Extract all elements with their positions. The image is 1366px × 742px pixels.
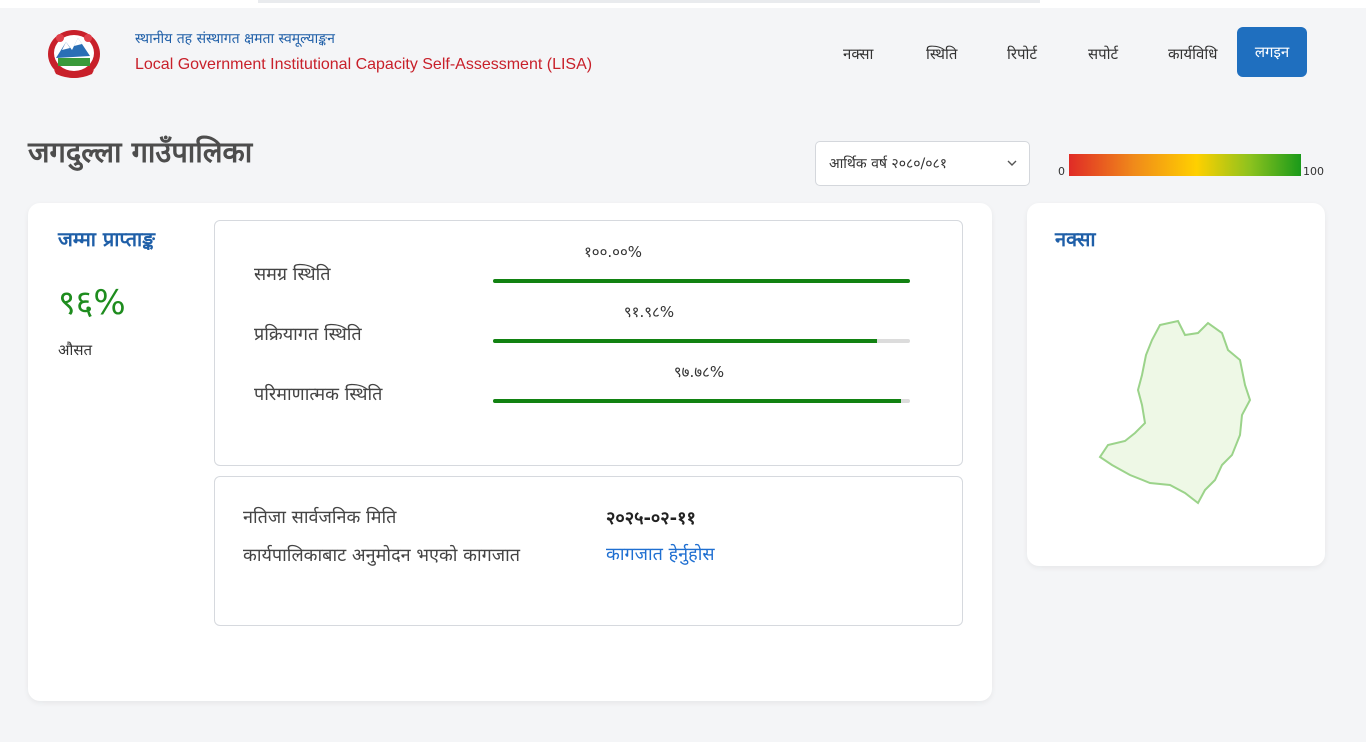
nepal-emblem-logo[interactable] [46, 26, 102, 80]
view-document-link[interactable]: कागजात हेर्नुहोस [606, 542, 715, 566]
nav-procedure[interactable]: कार्यविधि [1168, 44, 1217, 64]
site-header: स्थानीय तह संस्थागत क्षमता स्वमूल्याङ्कन… [0, 8, 1366, 92]
total-score-value: ९६% [58, 283, 126, 323]
fiscal-year-select[interactable]: आर्थिक वर्ष २०८०/०८१ [815, 141, 1030, 186]
brand-title-nepali: स्थानीय तह संस्थागत क्षमता स्वमूल्याङ्कन [135, 31, 335, 47]
page-title: जगदुल्ला गाउँपालिका [28, 135, 253, 169]
nav-support[interactable]: सपोर्ट [1088, 44, 1118, 64]
municipality-boundary [1098, 319, 1252, 505]
published-date-label: नतिजा सार्वजनिक मिति [243, 507, 397, 528]
status-row-percent: ९१.९८% [623, 303, 675, 321]
published-date-value: २०२५-०२-११ [606, 508, 696, 529]
total-score-title: जम्मा प्राप्ताङ्क [58, 227, 155, 251]
score-color-scale [1069, 154, 1301, 176]
browser-top-strip [0, 0, 1366, 8]
fiscal-year-value: आर्थिक वर्ष २०८०/०८१ [829, 156, 948, 172]
approved-document-label: कार्यपालिकाबाट अनुमोदन भएको कागजात [243, 545, 521, 566]
total-score-subtitle: औसत [58, 341, 93, 359]
status-row-label: परिमाणात्मक स्थिति [254, 384, 383, 405]
nav-map[interactable]: नक्सा [843, 44, 873, 64]
status-row-percent: ९७.७८% [673, 363, 725, 381]
progress-fill [493, 339, 877, 343]
status-row-label: समग्र स्थिति [254, 264, 331, 285]
status-row-progress [493, 339, 910, 343]
nav-status[interactable]: स्थिति [926, 44, 957, 64]
chevron-down-icon [1007, 160, 1017, 166]
scale-max-label: 100 [1303, 165, 1324, 178]
status-row-progress [493, 399, 910, 403]
status-row-progress [493, 279, 910, 283]
status-row-percent: १००.००% [583, 243, 643, 261]
map-title: नक्सा [1055, 227, 1096, 251]
brand-title-english: Local Government Institutional Capacity … [135, 56, 593, 73]
municipality-map-shape[interactable] [1090, 315, 1260, 510]
progress-fill [493, 399, 901, 403]
status-row-label: प्रक्रियागत स्थिति [254, 324, 362, 345]
address-bar-edge [258, 0, 1040, 3]
progress-fill [493, 279, 910, 283]
scale-min-label: 0 [1058, 165, 1065, 178]
login-button[interactable]: लगइन [1237, 27, 1307, 77]
nav-report[interactable]: रिपोर्ट [1007, 44, 1037, 64]
